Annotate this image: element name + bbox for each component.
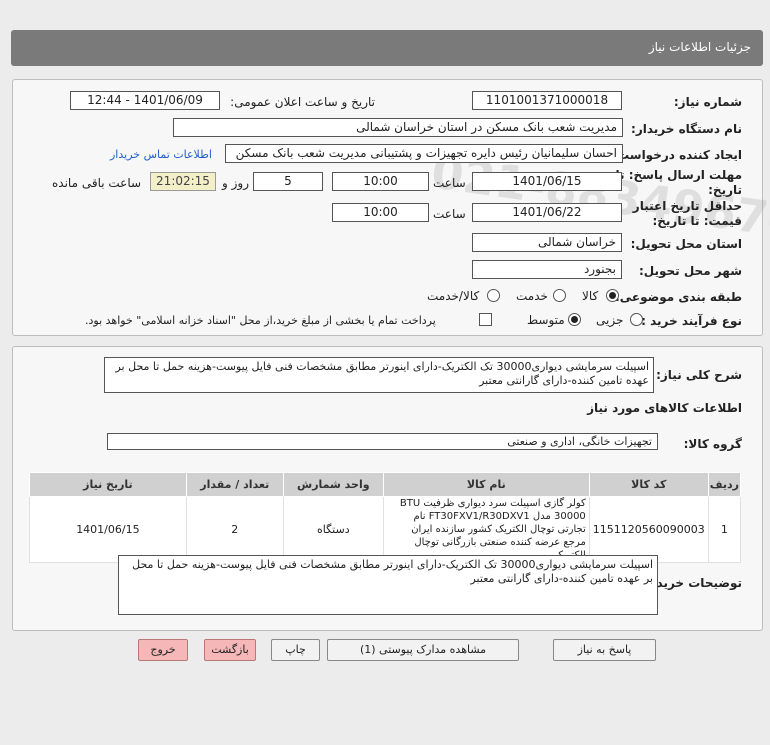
summary-label: شرح کلی نیاز: [656, 368, 742, 382]
remaining-time-field: 21:02:15 [150, 172, 216, 191]
goods-table-header: ردیف کد کالا نام کالا واحد شمارش تعداد /… [29, 472, 742, 497]
process-radio-minor[interactable] [630, 313, 643, 326]
reply-days-label: روز و [222, 176, 249, 190]
reply-deadline-label-1: مهلت ارسال پاسخ: تا [615, 168, 743, 182]
buyer-contact-link[interactable]: اطلاعات تماس خریدار [110, 148, 212, 161]
page-title: جزئیات اطلاعات نیاز [648, 40, 751, 54]
table-row: 1 1151120560090003 کولر گازی اسپیلت سرد … [29, 496, 742, 563]
price-validity-time-label: ساعت [433, 207, 466, 221]
price-validity-label-2: قیمت: تا تاریخ: [652, 214, 742, 228]
delivery-province-label: استان محل تحویل: [630, 237, 742, 251]
reply-days-field: 5 [253, 172, 323, 191]
category-option-goods-service: کالا/خدمت [427, 289, 480, 303]
buyer-org-label: نام دستگاه خریدار: [631, 122, 742, 136]
print-button[interactable]: چاپ [271, 639, 320, 661]
col-code-header: کد کالا [588, 472, 709, 497]
announce-datetime-field: 1401/06/09 - 12:44 [70, 91, 220, 110]
col-unit-header: واحد شمارش [282, 472, 384, 497]
requester-label: ایجاد کننده درخواست: [612, 148, 742, 162]
treasury-payment-checkbox[interactable] [479, 313, 492, 326]
reply-deadline-time: 10:00 [332, 172, 429, 191]
price-validity-time: 10:00 [332, 203, 429, 222]
goods-group-field: تجهیزات خانگی، اداری و صنعتی [107, 433, 658, 450]
price-validity-label-1: حداقل تاریخ اعتبار [632, 199, 742, 213]
reply-deadline-label-2: تاریخ: [708, 183, 742, 197]
need-number-label: شماره نیاز: [673, 95, 742, 109]
delivery-city-field: بجنورد [472, 260, 622, 279]
treasury-payment-note: پرداخت تمام یا بخشی از مبلغ خرید،از محل … [85, 314, 436, 327]
remaining-time-label: ساعت باقی مانده [52, 176, 142, 190]
row-unit: دستگاه [282, 496, 384, 563]
summary-text: اسپیلت سرمایشی دیواری30000 تک الکتریک-دا… [104, 357, 654, 393]
delivery-city-label: شهر محل تحویل: [638, 264, 742, 278]
row-qty: 2 [185, 496, 284, 563]
goods-section-title: اطلاعات کالاهای مورد نیاز [587, 401, 742, 415]
announce-datetime-label: تاریخ و ساعت اعلان عمومی: [230, 95, 375, 109]
need-number-field: 1101001371000018 [472, 91, 622, 110]
reply-deadline-date: 1401/06/15 [472, 172, 622, 191]
category-label: طبقه بندی موضوعی: [614, 290, 742, 304]
process-option-minor: جزیی [596, 313, 624, 327]
goods-table: ردیف کد کالا نام کالا واحد شمارش تعداد /… [29, 472, 742, 563]
reply-button[interactable]: پاسخ به نیاز [553, 639, 656, 661]
process-option-medium: متوسط [527, 313, 565, 327]
category-radio-service[interactable] [553, 289, 566, 302]
buyer-org-field: مدیریت شعب بانک مسکن در استان خراسان شما… [173, 118, 623, 137]
process-type-label: نوع فرآیند خرید : [641, 314, 742, 328]
reply-time-label: ساعت [433, 176, 466, 190]
col-index-header: ردیف [707, 472, 742, 497]
view-attachments-button[interactable]: مشاهده مدارک پیوستی (1) [327, 639, 519, 661]
row-date: 1401/06/15 [29, 496, 187, 563]
category-option-service: خدمت [516, 289, 548, 303]
row-code: 1151120560090003 [588, 496, 709, 563]
col-name-header: نام کالا [382, 472, 590, 497]
requester-field: احسان سلیمانیان رئیس دایره تجهیزات و پشت… [225, 144, 623, 163]
back-button[interactable]: بازگشت [204, 639, 256, 661]
row-name: کولر گازی اسپیلت سرد دیواری ظرفیت BTU 30… [382, 496, 590, 563]
price-validity-date: 1401/06/22 [472, 203, 622, 222]
category-option-goods: کالا [582, 289, 599, 303]
row-index: 1 [707, 496, 742, 563]
goods-group-label: گروه کالا: [683, 437, 742, 451]
col-qty-header: تعداد / مقدار [185, 472, 284, 497]
col-date-header: تاریخ نیاز [29, 472, 187, 497]
page-header: جزئیات اطلاعات نیاز [11, 30, 763, 66]
exit-button[interactable]: خروج [138, 639, 188, 661]
category-radio-goods[interactable] [606, 289, 619, 302]
buyer-notes-text: اسپیلت سرمایشی دیواری30000 تک الکتریک-دا… [118, 555, 658, 615]
category-radio-goods-service[interactable] [487, 289, 500, 302]
process-radio-medium[interactable] [568, 313, 581, 326]
delivery-province-field: خراسان شمالی [472, 233, 622, 252]
